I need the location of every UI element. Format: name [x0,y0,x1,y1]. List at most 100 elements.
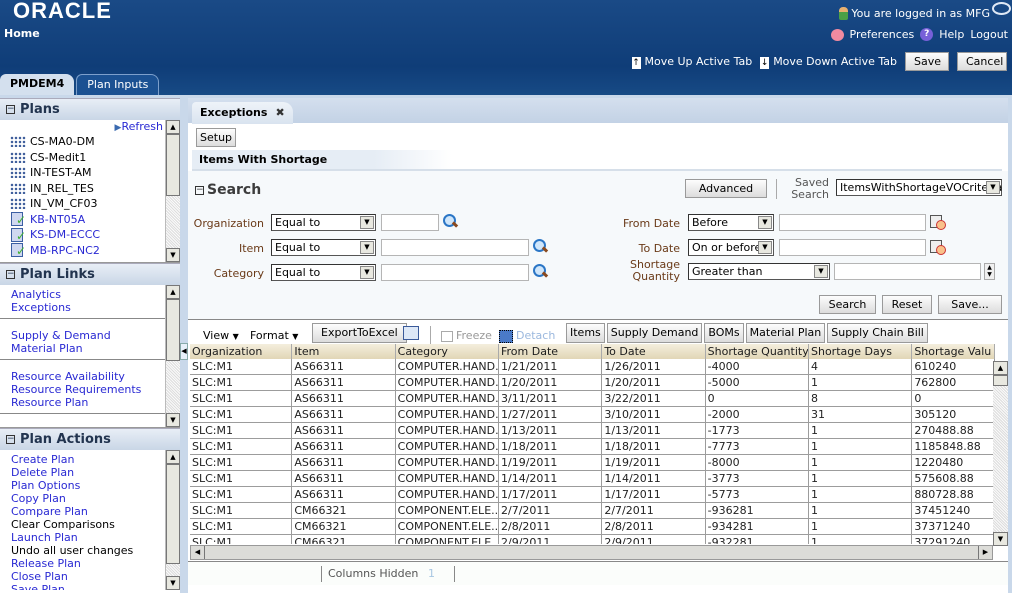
plan-links-scrollbar[interactable]: ▲ ▼ [165,285,180,427]
view-button[interactable]: Supply Demand [606,323,703,343]
category-input[interactable] [381,264,529,281]
scroll-left-icon[interactable]: ◀ [191,546,205,559]
plan-action-item[interactable]: Copy Plan [0,492,180,505]
table-vertical-scrollbar[interactable]: ▲ ▼ [993,361,1008,546]
collapse-pane-handle[interactable]: ◀ [180,343,188,360]
plan-link[interactable]: Resource Availability [11,370,169,383]
move-down-active-tab-link[interactable]: ↓ Move Down Active Tab [760,55,897,69]
plan-action-item[interactable]: Plan Options [0,479,180,492]
view-menu[interactable]: View ▼ [203,329,239,342]
close-icon[interactable]: ✖ [275,106,284,119]
column-header[interactable]: Item [292,344,396,359]
search-button[interactable]: Search [819,295,876,314]
column-header[interactable]: From Date [499,344,603,359]
table-row[interactable]: SLC:M1 AS66311 COMPUTER.HAND... 1/14/2011 1/… [190,471,995,487]
table-row[interactable]: SLC:M1 CM66321 COMPONENT.ELE... 2/7/2011 2/7… [190,503,995,519]
plans-header[interactable]: − Plans [0,98,180,120]
export-to-excel-button[interactable]: ExportToExcel [312,323,407,343]
column-header[interactable]: Shortage Quantity [706,344,809,359]
table-row[interactable]: SLC:M1 AS66311 COMPUTER.HAND... 1/19/2011 1/… [190,455,995,471]
calendar-icon[interactable] [930,239,946,255]
scroll-down-icon[interactable]: ▼ [166,248,180,262]
plan-action-item[interactable]: Clear Comparisons [0,518,180,531]
category-operator-select[interactable]: Equal to ▼ [271,264,376,281]
saved-search-select[interactable]: ItemsWithShortageVOCriteria ▼ [836,179,1002,196]
column-header[interactable]: To Date [602,344,706,359]
plan-links-header[interactable]: − Plan Links [0,263,180,285]
table-row[interactable]: SLC:M1 AS66311 COMPUTER.HAND... 1/13/2011 1/… [190,423,995,439]
spinner-stepper[interactable]: ▲ ▼ [984,263,995,280]
item-operator-select[interactable]: Equal to ▼ [271,239,376,256]
plan-link[interactable]: Supply & Demand [11,329,169,342]
to-date-input[interactable] [779,239,926,256]
scroll-down-icon[interactable]: ▼ [166,576,180,590]
tab-exceptions[interactable]: Exceptions ✖ [192,102,293,124]
table-row[interactable]: SLC:M1 AS66311 COMPUTER.HAND... 1/17/2011 1/… [190,487,995,503]
plan-actions-header[interactable]: − Plan Actions [0,428,180,450]
plan-item[interactable]: CS-MA0-DM [0,134,180,150]
plan-link[interactable]: Resource Requirements [11,383,169,396]
table-horizontal-scrollbar[interactable]: ◀ ▶ [190,545,993,560]
table-row[interactable]: SLC:M1 AS66311 COMPUTER.HAND... 1/20/2011 1/… [190,375,995,391]
plan-action-item[interactable]: Close Plan [0,570,180,583]
table-row[interactable]: SLC:M1 AS66311 COMPUTER.HAND... 3/11/2011 3/… [190,391,995,407]
table-row[interactable]: SLC:M1 AS66311 COMPUTER.HAND... 1/21/2011 1/… [190,359,995,375]
collapse-icon[interactable]: − [6,270,15,279]
plan-actions-scrollbar[interactable]: ▲ ▼ [165,450,180,590]
tab-pmdem4[interactable]: PMDEM4 [0,74,75,95]
save-button[interactable]: Save [905,52,949,71]
table-row[interactable]: SLC:M1 AS66311 COMPUTER.HAND... 1/18/2011 1/… [190,439,995,455]
query-by-example-icon[interactable] [403,326,419,340]
plan-item[interactable]: IN_VM_CF03 [0,196,180,212]
scroll-thumb[interactable] [993,375,1008,386]
refresh-link[interactable]: ▶Refresh [0,120,180,134]
item-input[interactable] [381,239,529,256]
plan-link[interactable]: Exceptions [11,301,169,314]
plan-action-item[interactable]: Launch Plan [0,531,180,544]
table-row[interactable]: SLC:M1 CM66321 COMPONENT.ELE... 2/9/2011 2/9… [190,535,995,544]
freeze-button[interactable]: Freeze [441,329,492,342]
column-header[interactable]: Organization [190,344,293,359]
plan-item[interactable]: KB-NT05A [0,212,180,227]
collapse-icon[interactable]: − [6,435,15,444]
column-header[interactable]: Category [396,344,499,359]
search-icon[interactable] [533,264,548,279]
setup-button[interactable]: Setup [196,128,237,147]
scroll-thumb[interactable] [166,134,180,196]
cancel-button[interactable]: Cancel [957,52,1007,71]
view-button[interactable]: Material Plan [745,323,826,343]
scroll-up-icon[interactable]: ▲ [166,450,180,464]
plan-item[interactable]: MB-RPC-NC2 [0,243,180,258]
collapse-icon[interactable]: − [195,185,204,195]
home-link[interactable]: Home [4,27,40,40]
scroll-up-icon[interactable]: ▲ [166,285,180,299]
plans-scrollbar[interactable]: ▲ ▼ [165,120,180,262]
plan-item[interactable]: IN-TEST-AM [0,165,180,181]
shortage-quantity-operator-select[interactable]: Greater than ▼ [688,263,830,280]
logout-link[interactable]: Logout [970,28,1008,41]
plan-action-item[interactable]: Create Plan [0,453,180,466]
organization-operator-select[interactable]: Equal to ▼ [271,214,376,231]
plan-item[interactable]: KS-DM-ECCC [0,227,180,243]
scroll-thumb[interactable] [166,299,180,361]
columns-hidden-count[interactable]: 1 [428,567,435,580]
plan-action-item[interactable]: Compare Plan [0,505,180,518]
plan-action-item[interactable]: Release Plan [0,557,180,570]
plan-action-item[interactable]: Undo all user changes [0,544,180,557]
preferences-link[interactable]: Preferences [850,28,915,41]
move-up-active-tab-link[interactable]: ↑ Move Up Active Tab [631,55,752,69]
view-button[interactable]: BOMs [704,323,744,343]
calendar-icon[interactable] [930,214,946,230]
scroll-down-icon[interactable]: ▼ [166,413,180,427]
scroll-up-icon[interactable]: ▲ [166,120,180,134]
format-menu[interactable]: Format ▼ [250,329,298,342]
scroll-right-icon[interactable]: ▶ [978,546,992,559]
scroll-down-icon[interactable]: ▼ [993,532,1008,546]
search-icon[interactable] [533,239,548,254]
detach-button[interactable]: Detach [499,329,555,343]
tab-plan-inputs[interactable]: Plan Inputs [76,74,160,95]
plan-link[interactable]: Resource Plan [11,396,169,409]
to-date-operator-select[interactable]: On or before ▼ [688,239,774,256]
plan-link[interactable]: Analytics [11,288,169,301]
from-date-operator-select[interactable]: Before ▼ [688,214,774,231]
